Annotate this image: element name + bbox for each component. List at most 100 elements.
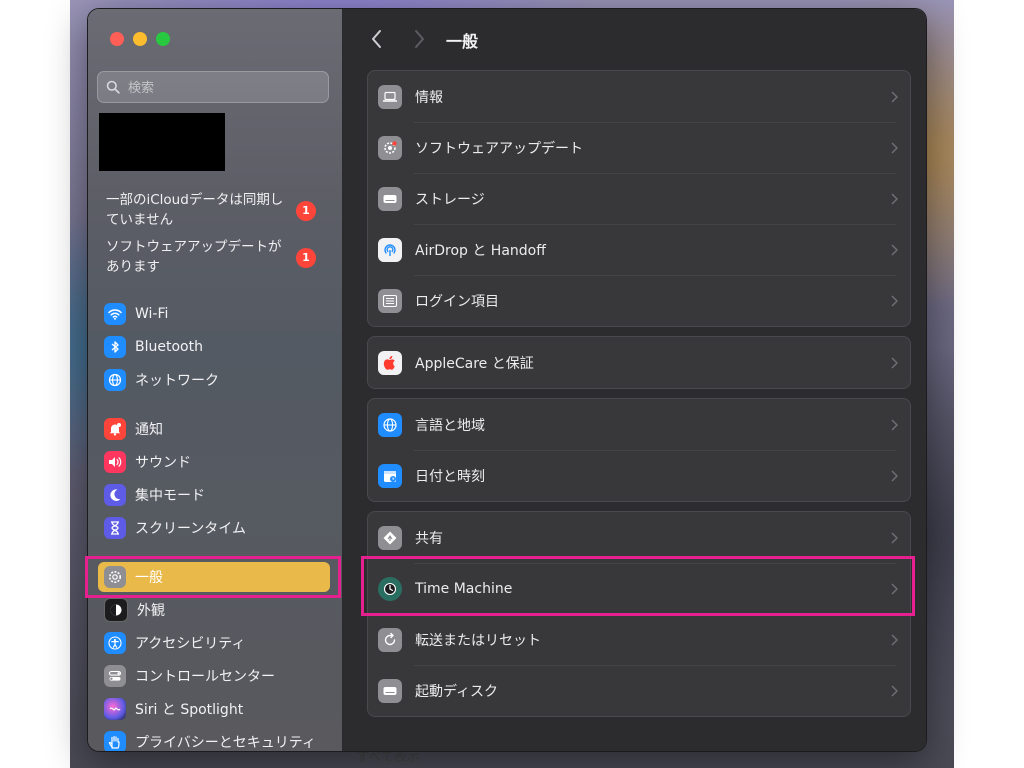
- sidebar-item-accessibility[interactable]: アクセシビリティ: [98, 628, 330, 658]
- icloud-sync-alert[interactable]: 一部のiCloudデータは同期していません 1: [106, 190, 316, 230]
- apple-icon: [378, 350, 402, 375]
- row-software-update[interactable]: ソフトウェアアップデート: [368, 122, 910, 173]
- row-label: Time Machine: [415, 580, 513, 597]
- row-label: 起動ディスク: [415, 683, 499, 700]
- row-date-time[interactable]: 日付と時刻: [368, 450, 910, 501]
- row-storage[interactable]: ストレージ: [368, 173, 910, 224]
- sidebar-item-general[interactable]: 一般: [98, 562, 330, 592]
- row-airdrop-handoff[interactable]: AirDrop と Handoff: [368, 224, 910, 275]
- row-transfer-reset[interactable]: 転送またはリセット: [368, 614, 910, 665]
- reset-icon: [378, 627, 402, 652]
- sidebar-item-network[interactable]: ネットワーク: [98, 365, 330, 395]
- sidebar: 一部のiCloudデータは同期していません 1 ソフトウェアアップデートがありま…: [88, 9, 343, 751]
- icloud-sync-alert-text: 一部のiCloudデータは同期していません: [106, 192, 284, 228]
- sidebar-item-focus[interactable]: 集中モード: [98, 480, 330, 510]
- appearance-icon: [104, 598, 128, 622]
- alert-badge: 1: [296, 201, 316, 221]
- bell-icon: [104, 418, 126, 440]
- sidebar-item-sound[interactable]: サウンド: [98, 447, 330, 477]
- sidebar-item-label: 外観: [137, 603, 165, 619]
- row-applecare[interactable]: AppleCare と保証: [368, 337, 910, 388]
- row-startup-disk[interactable]: 起動ディスク: [368, 665, 910, 716]
- settings-group-applecare: AppleCare と保証: [367, 336, 911, 389]
- sidebar-item-appearance[interactable]: 外観: [98, 595, 330, 625]
- alert-badge: 1: [296, 248, 316, 268]
- drive-icon: [378, 186, 402, 211]
- chevron-right-icon: [891, 418, 898, 431]
- list-icon: [378, 288, 402, 313]
- search-input[interactable]: [126, 77, 325, 99]
- gear-badge-icon: [378, 135, 402, 160]
- sidebar-item-label: 一般: [135, 570, 163, 586]
- chevron-right-icon: [891, 469, 898, 482]
- sidebar-item-notifications[interactable]: 通知: [98, 414, 330, 444]
- sidebar-item-label: Siri と Spotlight: [135, 702, 244, 718]
- close-button[interactable]: [110, 32, 124, 46]
- settings-group-sharing-backup: 共有 Time Machine 転送またはリセット 起動ディスク: [367, 511, 911, 717]
- speaker-icon: [104, 451, 126, 473]
- search-field[interactable]: [97, 71, 329, 103]
- siri-icon: [104, 698, 126, 720]
- calendar-icon: [378, 463, 402, 488]
- sidebar-item-wifi[interactable]: Wi-Fi: [98, 299, 330, 329]
- hourglass-icon: [104, 517, 126, 539]
- sidebar-item-privacy-security[interactable]: プライバシーとセキュリティ: [98, 727, 330, 751]
- chevron-right-icon: [891, 294, 898, 307]
- sidebar-item-screen-time[interactable]: スクリーンタイム: [98, 513, 330, 543]
- sidebar-item-label: アクセシビリティ: [135, 636, 246, 652]
- chevron-right-icon: [891, 582, 898, 595]
- sidebar-item-label: Wi-Fi: [135, 306, 169, 322]
- sidebar-item-label: スクリーンタイム: [135, 521, 247, 537]
- row-label: 言語と地域: [415, 417, 485, 434]
- row-time-machine[interactable]: Time Machine: [368, 563, 910, 614]
- row-language-region[interactable]: 言語と地域: [368, 399, 910, 450]
- sidebar-item-control-center[interactable]: コントロールセンター: [98, 661, 330, 691]
- row-label: AirDrop と Handoff: [415, 242, 546, 259]
- back-button[interactable]: [367, 27, 387, 51]
- row-label: ログイン項目: [415, 293, 499, 310]
- search-icon: [106, 80, 120, 94]
- time-machine-icon: [378, 576, 402, 601]
- sidebar-item-label: コントロールセンター: [135, 669, 275, 685]
- chevron-right-icon: [415, 30, 424, 48]
- chevron-right-icon: [891, 192, 898, 205]
- zoom-button[interactable]: [156, 32, 170, 46]
- row-label: 情報: [415, 89, 443, 106]
- row-label: 日付と時刻: [415, 468, 485, 485]
- disk-icon: [378, 678, 402, 703]
- minimize-button[interactable]: [133, 32, 147, 46]
- sidebar-item-label: プライバシーとセキュリティ: [135, 735, 316, 751]
- chevron-right-icon: [891, 90, 898, 103]
- airdrop-icon: [378, 237, 402, 262]
- software-update-alert[interactable]: ソフトウェアアップデートがあります 1: [106, 237, 316, 277]
- software-update-alert-text: ソフトウェアアップデートがあります: [106, 239, 282, 275]
- chevron-right-icon: [891, 633, 898, 646]
- system-settings-window: 一部のiCloudデータは同期していません 1 ソフトウェアアップデートがありま…: [87, 8, 927, 752]
- chevron-right-icon: [891, 243, 898, 256]
- row-login-items[interactable]: ログイン項目: [368, 275, 910, 326]
- row-label: 転送またはリセット: [415, 632, 541, 649]
- chevron-right-icon: [891, 141, 898, 154]
- row-label: ソフトウェアアップデート: [415, 140, 583, 157]
- sidebar-item-siri-spotlight[interactable]: Siri と Spotlight: [98, 694, 330, 724]
- sidebar-item-bluetooth[interactable]: Bluetooth: [98, 332, 330, 362]
- sidebar-item-label: 集中モード: [135, 488, 205, 504]
- accessibility-icon: [104, 632, 126, 654]
- bluetooth-icon: [104, 336, 126, 358]
- chevron-left-icon: [372, 30, 381, 48]
- forward-button[interactable]: [409, 27, 429, 51]
- moon-icon: [104, 484, 126, 506]
- chevron-right-icon: [891, 356, 898, 369]
- chevron-right-icon: [891, 531, 898, 544]
- row-sharing[interactable]: 共有: [368, 512, 910, 563]
- laptop-icon: [378, 84, 402, 109]
- avatar[interactable]: [99, 113, 225, 171]
- sidebar-item-label: ネットワーク: [135, 373, 219, 389]
- globe-icon: [104, 369, 126, 391]
- page-title: 一般: [446, 32, 479, 51]
- row-about[interactable]: 情報: [368, 71, 910, 122]
- sidebar-item-label: Bluetooth: [135, 339, 203, 355]
- globe-icon: [378, 412, 402, 437]
- row-label: ストレージ: [415, 191, 485, 208]
- chevron-right-icon: [891, 684, 898, 697]
